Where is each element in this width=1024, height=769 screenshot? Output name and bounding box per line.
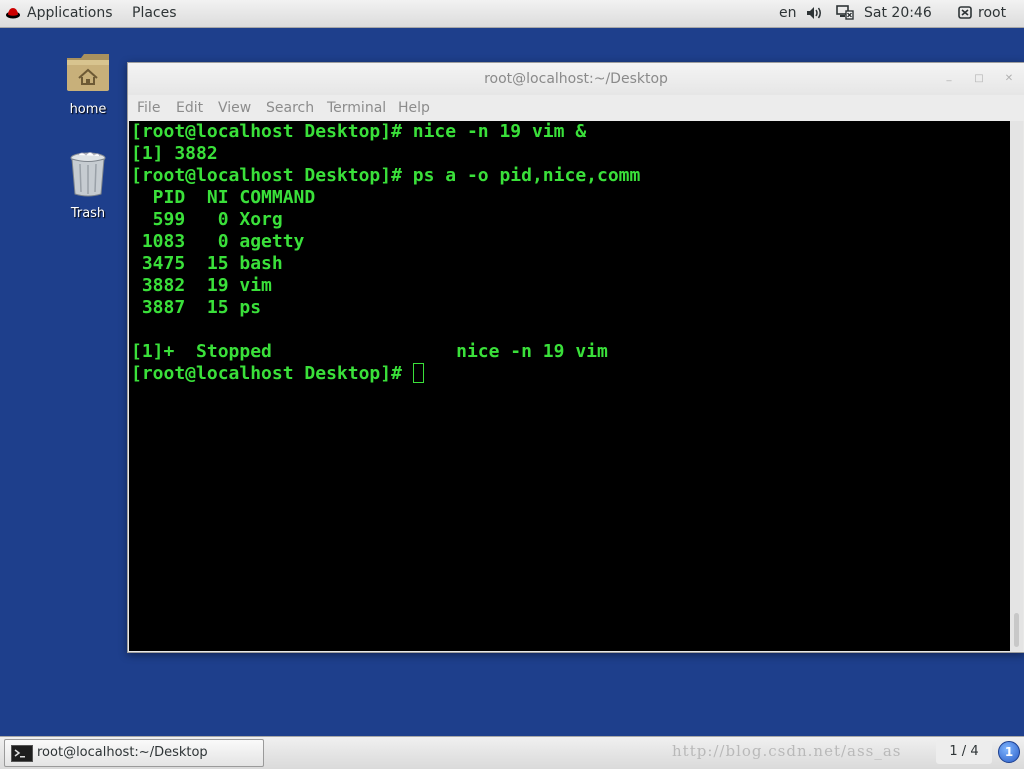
terminal-prompt-line: [root@localhost Desktop]#: [131, 363, 424, 385]
terminal-line: [root@localhost Desktop]# nice -n 19 vim…: [131, 121, 587, 142]
scrollbar-thumb[interactable]: [1014, 613, 1019, 647]
desktop-icon-home[interactable]: home: [43, 50, 133, 117]
window-title: root@localhost:~/Desktop: [484, 71, 668, 87]
maximize-button[interactable]: □: [974, 74, 984, 84]
terminal-line: [root@localhost Desktop]# ps a -o pid,ni…: [131, 165, 641, 186]
terminal-scrollbar[interactable]: [1010, 121, 1023, 651]
user-icon[interactable]: [958, 6, 972, 19]
trash-icon: [70, 152, 106, 197]
taskbar-window-label: root@localhost:~/Desktop: [37, 745, 208, 760]
menu-terminal[interactable]: Terminal: [327, 100, 386, 116]
terminal-output[interactable]: [root@localhost Desktop]# nice -n 19 vim…: [129, 121, 1010, 651]
menu-view[interactable]: View: [218, 100, 251, 116]
desktop-icon-label: Trash: [70, 206, 106, 221]
network-icon[interactable]: [836, 5, 854, 21]
close-button[interactable]: ✕: [1004, 74, 1014, 84]
bottom-panel: root@localhost:~/Desktop http://blog.csd…: [0, 736, 1024, 769]
terminal-icon: [11, 745, 33, 762]
applications-menu[interactable]: Applications: [27, 5, 113, 21]
desktop-icon-label: home: [69, 102, 107, 117]
terminal-line: 3475 15 bash: [131, 253, 283, 274]
taskbar-window-button[interactable]: root@localhost:~/Desktop: [4, 739, 264, 767]
terminal-line: 599 0 Xorg: [131, 209, 283, 230]
top-panel: Applications Places en Sat 20:46 root: [0, 0, 1024, 28]
menu-edit[interactable]: Edit: [176, 100, 203, 116]
terminal-line: 3882 19 vim: [131, 275, 272, 296]
terminal-line: 3887 15 ps: [131, 297, 262, 318]
workspace-switcher[interactable]: 1 / 4: [936, 740, 992, 764]
redhat-logo-icon[interactable]: [6, 7, 20, 19]
desktop-icon-trash[interactable]: Trash: [43, 150, 133, 221]
home-folder-icon: [67, 54, 109, 91]
terminal-line: [1]+ Stopped nice -n 19 vim: [131, 341, 608, 362]
menu-file[interactable]: File: [137, 100, 160, 116]
window-titlebar[interactable]: root@localhost:~/Desktop _ □ ✕: [128, 63, 1024, 95]
clock[interactable]: Sat 20:46: [864, 5, 932, 21]
minimize-button[interactable]: _: [944, 72, 954, 82]
watermark-text: http://blog.csdn.net/ass_as: [672, 742, 902, 760]
places-menu[interactable]: Places: [132, 5, 177, 21]
terminal-cursor: [412, 363, 424, 383]
menu-help[interactable]: Help: [398, 100, 430, 116]
terminal-line: 1083 0 agetty: [131, 231, 305, 252]
volume-icon[interactable]: [806, 6, 824, 20]
terminal-prompt: [root@localhost Desktop]#: [131, 363, 413, 384]
user-menu[interactable]: root: [978, 5, 1006, 21]
language-indicator[interactable]: en: [779, 5, 797, 21]
menubar: File Edit View Search Terminal Help: [128, 95, 1024, 121]
terminal-window[interactable]: root@localhost:~/Desktop _ □ ✕ File Edit…: [127, 62, 1024, 653]
terminal-line: [1] 3882: [131, 143, 218, 164]
menu-search[interactable]: Search: [266, 100, 314, 116]
notification-badge[interactable]: 1: [998, 741, 1020, 763]
terminal-line: PID NI COMMAND: [131, 187, 316, 208]
